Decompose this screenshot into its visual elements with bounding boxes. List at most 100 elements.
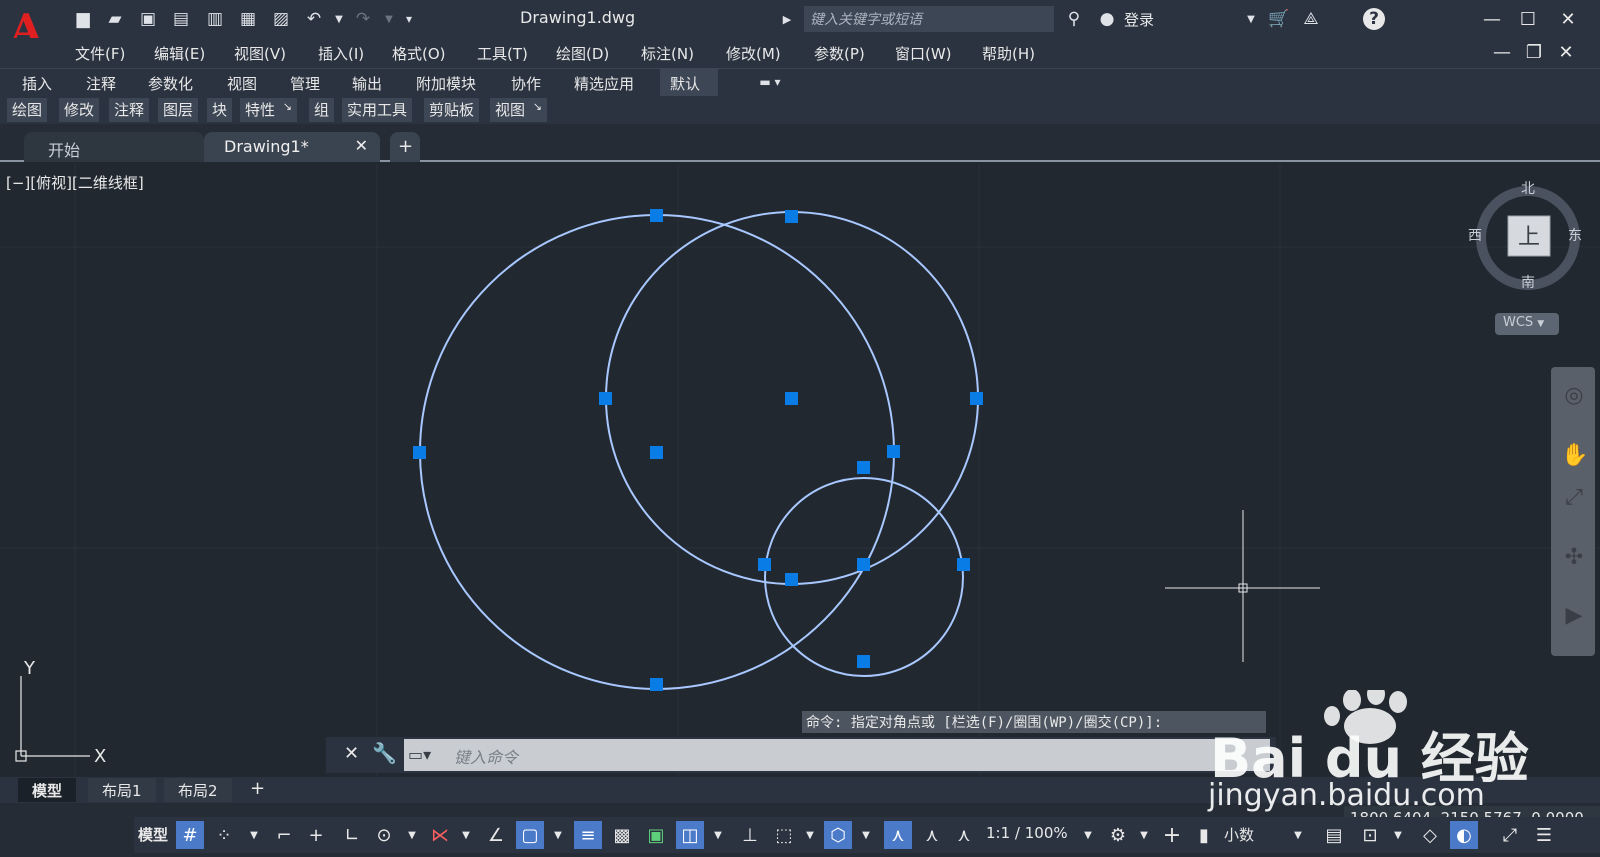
close-tab-icon[interactable]: ✕: [355, 136, 368, 155]
grip-point[interactable]: [413, 446, 426, 459]
panel-properties-expand-icon[interactable]: ↘: [283, 100, 292, 113]
polar-dropdown-icon[interactable]: ▼: [398, 821, 426, 849]
quick-properties-icon[interactable]: ▤: [1320, 821, 1348, 849]
help-icon[interactable]: ?: [1363, 8, 1385, 30]
grip-point[interactable]: [957, 558, 970, 571]
annotation-monitor-icon[interactable]: +: [1158, 821, 1186, 849]
clean-screen-icon[interactable]: ⤢: [1496, 821, 1524, 849]
isometric-icon[interactable]: ⋉: [426, 821, 454, 849]
save-icon[interactable]: ▣: [137, 8, 159, 30]
menu-window[interactable]: 窗口(W): [895, 43, 952, 64]
pan-hand-icon[interactable]: ✋: [1561, 443, 1588, 469]
panel-clipboard[interactable]: 剪贴板: [424, 98, 480, 122]
menu-insert[interactable]: 插入(I): [318, 43, 364, 64]
menu-view[interactable]: 视图(V): [234, 43, 286, 64]
save-as-icon[interactable]: ▤: [170, 8, 192, 30]
layout-tab-model[interactable]: 模型: [18, 778, 77, 802]
search-icon[interactable]: ⚲: [1063, 8, 1085, 30]
scale-dropdown-icon[interactable]: ▼: [1074, 821, 1102, 849]
panel-utilities[interactable]: 实用工具: [342, 98, 413, 122]
snap-icon[interactable]: ⁘: [210, 821, 238, 849]
grip-point[interactable]: [857, 558, 870, 571]
3d-osnap-dropdown-icon[interactable]: ▼: [704, 821, 732, 849]
viewport-label[interactable]: [−][俯视][二维线框]: [6, 172, 144, 193]
compass-south[interactable]: 南: [1521, 272, 1535, 292]
annotation-scale-icon[interactable]: ⋏: [950, 821, 978, 849]
workspace-dropdown-icon[interactable]: ▼: [1130, 821, 1158, 849]
layout-tab-layout1[interactable]: 布局1: [88, 778, 156, 802]
ortho-icon[interactable]: ∟: [338, 821, 366, 849]
command-input[interactable]: 键入命令: [404, 739, 1270, 771]
doc-close-button[interactable]: ✕: [1550, 38, 1582, 66]
viewcube-top-face[interactable]: 上: [1518, 219, 1540, 251]
redo-icon[interactable]: ↷: [352, 8, 374, 30]
lock-ui-dropdown-icon[interactable]: ▼: [1384, 821, 1412, 849]
grip-point[interactable]: [785, 210, 798, 223]
grip-point[interactable]: [857, 655, 870, 668]
cart-icon[interactable]: 🛒: [1268, 8, 1290, 30]
compass-north[interactable]: 北: [1521, 178, 1535, 198]
steering-wheel-icon[interactable]: ◎: [1561, 383, 1587, 409]
orbit-icon[interactable]: ✣: [1561, 545, 1587, 571]
isometric-dropdown-icon[interactable]: ▼: [452, 821, 480, 849]
ribbon-tab-collaborate[interactable]: 协作: [511, 73, 541, 94]
layout-tab-layout2[interactable]: 布局2: [164, 778, 232, 802]
grip-point[interactable]: [887, 445, 900, 458]
grip-point[interactable]: [857, 461, 870, 474]
panel-modify[interactable]: 修改: [59, 98, 100, 122]
menu-draw[interactable]: 绘图(D): [556, 43, 609, 64]
annotation-visibility-icon[interactable]: ⋏: [884, 821, 912, 849]
customize-wrench-icon[interactable]: 🔧: [372, 741, 397, 765]
ribbon-tab-view[interactable]: 视图: [227, 73, 257, 94]
panel-view-expand-icon[interactable]: ↘: [533, 100, 542, 113]
menu-edit[interactable]: 编辑(E): [154, 43, 205, 64]
ribbon-tab-parametric[interactable]: 参数化: [148, 73, 193, 94]
snap-dropdown-icon[interactable]: ▼: [240, 821, 268, 849]
selection-cycling-icon[interactable]: ▣: [642, 821, 670, 849]
panel-draw[interactable]: 绘图: [7, 98, 48, 122]
grip-point[interactable]: [650, 678, 663, 691]
panel-layers[interactable]: 图层: [158, 98, 199, 122]
close-command-icon[interactable]: ✕: [344, 743, 359, 764]
viewcube[interactable]: 上 北 南 东 西: [1468, 178, 1582, 300]
customize-status-bar-icon[interactable]: ☰: [1530, 821, 1558, 849]
login-dropdown-icon[interactable]: ▼: [1240, 8, 1262, 30]
gizmo-icon[interactable]: ⬡: [824, 821, 852, 849]
doc-minimize-button[interactable]: —: [1486, 38, 1518, 66]
panel-view[interactable]: 视图 ↘: [490, 98, 548, 122]
login-button[interactable]: 登录: [1124, 9, 1154, 30]
menu-format[interactable]: 格式(O): [392, 43, 446, 64]
dynamic-ucs-icon[interactable]: ⊥: [736, 821, 764, 849]
menu-help[interactable]: 帮助(H): [982, 43, 1035, 64]
ribbon-tab-manage[interactable]: 管理: [290, 73, 320, 94]
redo-dropdown-icon[interactable]: ▼: [378, 8, 400, 30]
units-dropdown-icon[interactable]: ▼: [1284, 821, 1312, 849]
close-window-button[interactable]: ✕: [1552, 5, 1584, 33]
print-icon[interactable]: ▨: [270, 8, 292, 30]
autodesk-a360-icon[interactable]: ⟁: [1300, 8, 1322, 30]
menu-file[interactable]: 文件(F): [75, 43, 125, 64]
object-snap-icon[interactable]: ▢: [516, 821, 544, 849]
ribbon-tab-insert[interactable]: 插入: [22, 73, 52, 94]
doc-tab-start[interactable]: 开始: [24, 132, 204, 162]
panel-block[interactable]: 块: [207, 98, 233, 122]
units-value[interactable]: 小数: [1224, 824, 1254, 845]
minimize-button[interactable]: —: [1476, 5, 1508, 33]
ribbon-minimize-icon[interactable]: ▬ ▾: [750, 71, 790, 93]
ribbon-tab-annotate[interactable]: 注释: [86, 73, 116, 94]
selection-filter-icon[interactable]: ⬚: [770, 821, 798, 849]
ribbon-tab-featured[interactable]: 精选应用: [574, 73, 634, 94]
doc-tab-drawing1[interactable]: Drawing1* ✕: [204, 132, 380, 162]
auto-scale-icon[interactable]: ⋏: [918, 821, 946, 849]
ribbon-tab-output[interactable]: 输出: [352, 73, 382, 94]
menu-parametric[interactable]: 参数(P): [814, 43, 865, 64]
units-icon[interactable]: ▮: [1190, 821, 1218, 849]
compass-east[interactable]: 东: [1568, 225, 1582, 245]
user-icon[interactable]: ●: [1096, 8, 1118, 30]
grip-point[interactable]: [758, 558, 771, 571]
3d-osnap-icon[interactable]: ◫: [676, 821, 704, 849]
doc-restore-button[interactable]: ❐: [1518, 38, 1550, 66]
ribbon-tab-home[interactable]: 默认: [670, 73, 700, 94]
grip-point[interactable]: [650, 446, 663, 459]
ribbon-tab-addins[interactable]: 附加模块: [416, 73, 476, 94]
